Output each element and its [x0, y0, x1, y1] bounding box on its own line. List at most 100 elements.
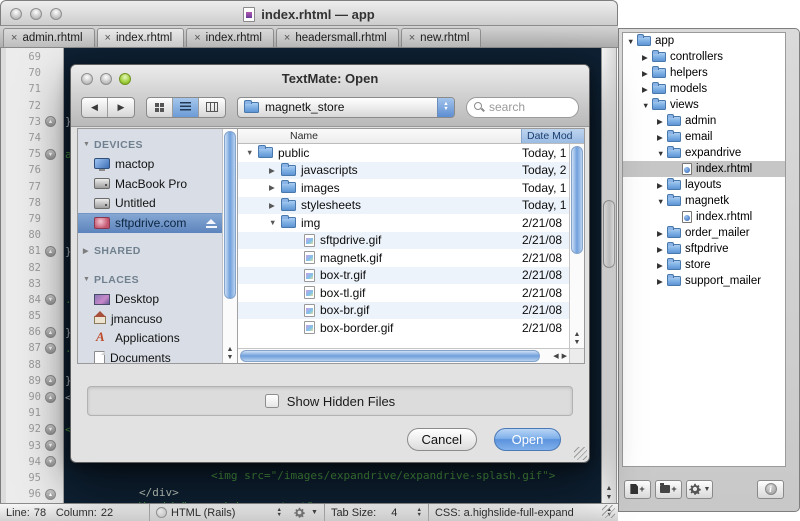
- scope-popup[interactable]: CSS: a.highslide-full-expand: [429, 504, 618, 521]
- disclosure-triangle-icon[interactable]: ▼: [657, 197, 667, 206]
- disclosure-triangle-icon[interactable]: ▶: [657, 277, 667, 286]
- sidebar-item[interactable]: ▼ DEVICES: [78, 135, 222, 155]
- file-row[interactable]: box-tr.gif 2/21/08: [238, 267, 569, 285]
- project-tree-row[interactable]: ▶ admin: [623, 113, 785, 129]
- search-field[interactable]: [466, 97, 579, 118]
- file-row[interactable]: ▼ img 2/21/08: [238, 214, 569, 232]
- scrollbar-thumb[interactable]: [224, 131, 236, 299]
- tab-size-popup[interactable]: Tab Size: 4: [325, 504, 429, 521]
- disclosure-triangle-icon[interactable]: ▶: [657, 261, 667, 270]
- disclosure-triangle-icon[interactable]: ▼: [657, 149, 667, 158]
- date-column-header[interactable]: Date Mod: [521, 129, 584, 143]
- close-tab-icon[interactable]: ×: [284, 33, 290, 44]
- scrollbar-arrows[interactable]: ◀▶: [553, 349, 567, 363]
- disclosure-triangle-icon[interactable]: ▶: [657, 229, 667, 238]
- disclosure-triangle-icon[interactable]: ▶: [269, 201, 279, 210]
- folder-popup[interactable]: magnetk_store: [237, 97, 455, 118]
- name-column-header[interactable]: Name: [238, 129, 521, 143]
- sidebar-scrollbar[interactable]: ▲▼: [222, 129, 237, 363]
- editor-tab[interactable]: × headersmall.rhtml: [276, 28, 399, 47]
- file-row[interactable]: ▼ public Today, 1: [238, 144, 569, 162]
- fold-toggle-icon[interactable]: ▲: [45, 246, 56, 257]
- column-view-button[interactable]: [199, 98, 225, 117]
- fold-toggle-icon[interactable]: ▲: [45, 327, 56, 338]
- project-tree-row[interactable]: ▶ store: [623, 257, 785, 273]
- scrollbar-thumb[interactable]: [240, 350, 540, 362]
- scrollbar-arrows[interactable]: ▲▼: [602, 485, 616, 501]
- project-tree-row[interactable]: ▶ sftpdrive: [623, 241, 785, 257]
- sidebar-item[interactable]: Desktop: [78, 290, 222, 310]
- sidebar-item[interactable]: Applications: [78, 329, 222, 349]
- file-row[interactable]: box-border.gif 2/21/08: [238, 319, 569, 337]
- sidebar-item[interactable]: MacBook Pro: [78, 174, 222, 194]
- editor-tab[interactable]: × index.rhtml: [186, 28, 274, 47]
- disclosure-triangle-icon[interactable]: ▶: [269, 166, 279, 175]
- project-tree-row[interactable]: ▼ expandrive: [623, 145, 785, 161]
- disclosure-triangle-icon[interactable]: ▶: [642, 53, 652, 62]
- list-horizontal-scrollbar[interactable]: ◀▶: [238, 348, 569, 363]
- sidebar-item[interactable]: mactop: [78, 155, 222, 175]
- project-tree-row[interactable]: ▼ views: [623, 97, 785, 113]
- disclosure-triangle-icon[interactable]: ▼: [83, 141, 94, 148]
- fold-toggle-icon[interactable]: ▲: [45, 489, 56, 500]
- close-tab-icon[interactable]: ×: [105, 33, 111, 44]
- sidebar-item[interactable]: jmancuso: [78, 309, 222, 329]
- close-tab-icon[interactable]: ×: [409, 33, 415, 44]
- disclosure-triangle-icon[interactable]: ▼: [83, 276, 94, 283]
- editor-vertical-scrollbar[interactable]: ▲▼: [601, 48, 617, 504]
- fold-toggle-icon[interactable]: ▼: [45, 343, 56, 354]
- scrollbar-arrows[interactable]: ▲▼: [223, 346, 237, 362]
- file-row[interactable]: ▶ stylesheets Today, 1: [238, 197, 569, 215]
- show-hidden-checkbox[interactable]: [265, 394, 279, 408]
- project-tree-row[interactable]: ▶ helpers: [623, 65, 785, 81]
- eject-icon[interactable]: [206, 219, 217, 228]
- project-tree-row[interactable]: index.rhtml: [623, 161, 785, 177]
- fold-toggle-icon[interactable]: ▼: [45, 424, 56, 435]
- editor-tab[interactable]: × admin.rhtml: [3, 28, 95, 47]
- disclosure-triangle-icon[interactable]: ▼: [246, 148, 256, 157]
- forward-button[interactable]: ▶: [108, 98, 134, 117]
- disclosure-triangle-icon[interactable]: ▶: [657, 245, 667, 254]
- project-tree-row[interactable]: ▶ support_mailer: [623, 273, 785, 289]
- project-tree-row[interactable]: ▶ order_mailer: [623, 225, 785, 241]
- fold-toggle-icon[interactable]: ▼: [45, 294, 56, 305]
- sidebar-item[interactable]: ▶ SHARED: [78, 242, 222, 262]
- disclosure-triangle-icon[interactable]: ▼: [627, 37, 637, 46]
- scrollbar-thumb[interactable]: [571, 146, 583, 254]
- fold-toggle-icon[interactable]: ▼: [45, 440, 56, 451]
- disclosure-triangle-icon[interactable]: ▶: [657, 117, 667, 126]
- scrollbar-arrows[interactable]: ▲▼: [570, 331, 584, 347]
- list-vertical-scrollbar[interactable]: ▲▼: [569, 144, 584, 348]
- disclosure-triangle-icon[interactable]: ▼: [269, 218, 279, 227]
- file-row[interactable]: magnetk.gif 2/21/08: [238, 249, 569, 267]
- project-tree-row[interactable]: ▶ controllers: [623, 49, 785, 65]
- project-tree-row[interactable]: ▶ models: [623, 81, 785, 97]
- list-view-button[interactable]: [173, 98, 199, 117]
- project-tree-row[interactable]: ▼ app: [623, 33, 785, 49]
- disclosure-triangle-icon[interactable]: ▶: [269, 183, 279, 192]
- fold-toggle-icon[interactable]: ▲: [45, 116, 56, 127]
- drawer-actions-button[interactable]: ▼: [686, 480, 713, 499]
- sidebar-item[interactable]: sftpdrive.com: [78, 213, 222, 233]
- sidebar-item[interactable]: Documents: [78, 348, 222, 363]
- file-row[interactable]: ▶ images Today, 1: [238, 179, 569, 197]
- search-input[interactable]: [489, 100, 571, 114]
- fold-toggle-icon[interactable]: ▲: [45, 392, 56, 403]
- icon-view-button[interactable]: [147, 98, 173, 117]
- info-button[interactable]: i: [757, 480, 784, 499]
- disclosure-triangle-icon[interactable]: ▶: [642, 85, 652, 94]
- disclosure-triangle-icon[interactable]: ▼: [642, 101, 652, 110]
- bundle-actions-button[interactable]: ▼: [288, 504, 325, 521]
- editor-tab[interactable]: × new.rhtml: [401, 28, 482, 47]
- fold-toggle-icon[interactable]: ▲: [45, 375, 56, 386]
- disclosure-triangle-icon[interactable]: ▶: [657, 181, 667, 190]
- back-button[interactable]: ◀: [82, 98, 108, 117]
- file-row[interactable]: ▶ javascripts Today, 2: [238, 162, 569, 180]
- project-tree-row[interactable]: ▶ layouts: [623, 177, 785, 193]
- language-popup[interactable]: HTML (Rails): [150, 504, 288, 521]
- open-button[interactable]: Open: [494, 428, 561, 451]
- dialog-resize-grip[interactable]: [574, 447, 587, 460]
- project-tree-row[interactable]: ▼ magnetk: [623, 193, 785, 209]
- project-tree-row[interactable]: index.rhtml: [623, 209, 785, 225]
- new-folder-button[interactable]: +: [655, 480, 682, 499]
